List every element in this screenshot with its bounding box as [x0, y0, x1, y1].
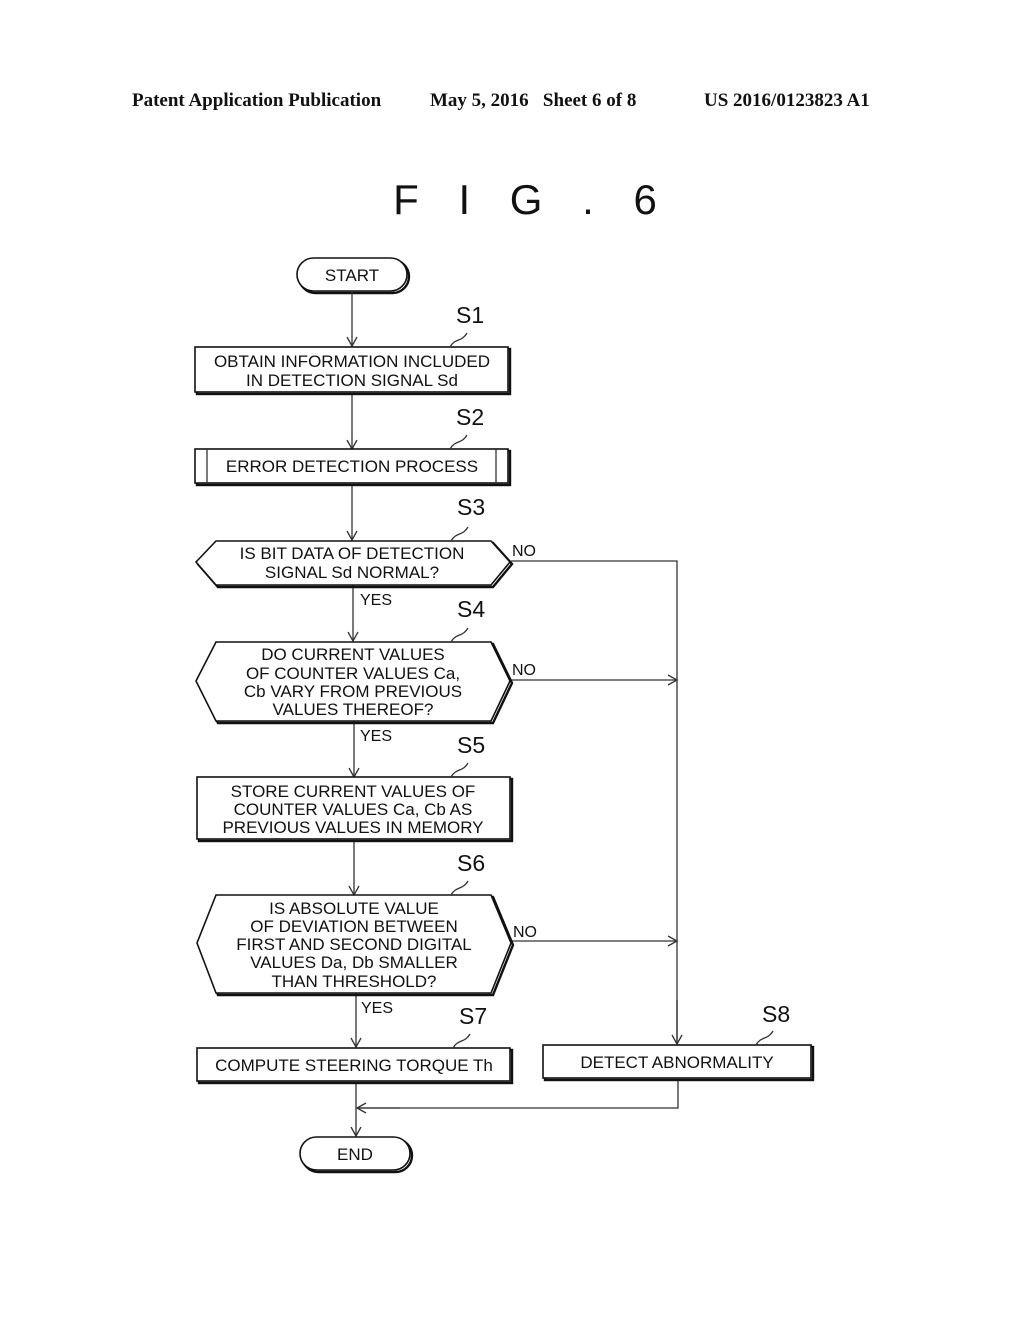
step-s4-leader [450, 627, 469, 643]
step-s1-line-2: IN DETECTION SIGNAL Sd [246, 371, 458, 390]
step-s3-line-2: SIGNAL Sd NORMAL? [265, 563, 439, 582]
step-s3-id: S3 [457, 494, 485, 520]
start-label: START [325, 266, 379, 285]
end-terminal: END [299, 1136, 414, 1174]
step-s8-id: S8 [762, 1001, 790, 1027]
step-s8-line-1: DETECT ABNORMALITY [580, 1053, 773, 1072]
step-s3-yes-label: YES [360, 592, 392, 609]
step-s6-line-1: IS ABSOLUTE VALUE [269, 899, 439, 918]
step-s4-line-3: Cb VARY FROM PREVIOUS [244, 682, 462, 701]
step-s6-no-label: NO [513, 924, 537, 941]
step-s6: IS ABSOLUTE VALUE OF DEVIATION BETWEEN F… [196, 850, 537, 1017]
step-s4-no-label: NO [512, 662, 536, 679]
step-s3-leader [450, 526, 469, 542]
step-s7: COMPUTE STEERING TORQUE Th S7 [196, 1003, 514, 1085]
step-s5-leader [450, 762, 469, 778]
step-s6-id: S6 [457, 850, 485, 876]
step-s6-line-4: VALUES Da, Db SMALLER [250, 953, 458, 972]
step-s4-line-4: VALUES THEREOF? [273, 700, 434, 719]
step-s7-id: S7 [459, 1003, 487, 1029]
step-s5-id: S5 [457, 732, 485, 758]
step-s4: DO CURRENT VALUES OF COUNTER VALUES Ca, … [195, 596, 536, 745]
start-terminal: START [296, 257, 411, 295]
step-s6-line-3: FIRST AND SECOND DIGITAL [236, 935, 472, 954]
step-s1-line-1: OBTAIN INFORMATION INCLUDED [214, 352, 490, 371]
step-s2-leader [449, 434, 468, 450]
step-s8-leader [755, 1030, 774, 1046]
step-s1-leader [449, 332, 468, 348]
step-s6-line-5: THAN THRESHOLD? [272, 972, 437, 991]
step-s3-no-label: NO [512, 543, 536, 560]
step-s6-line-2: OF DEVIATION BETWEEN [250, 917, 457, 936]
step-s7-leader [452, 1033, 471, 1049]
step-s5-line-3: PREVIOUS VALUES IN MEMORY [222, 818, 483, 837]
step-s5-line-1: STORE CURRENT VALUES OF [231, 782, 476, 801]
step-s3: IS BIT DATA OF DETECTION SIGNAL Sd NORMA… [194, 494, 536, 609]
step-s4-yes-label: YES [360, 728, 392, 745]
flowchart: START OBTAIN INFORMATION INCLUDED IN DET… [194, 257, 815, 1174]
step-s2-line-1: ERROR DETECTION PROCESS [226, 457, 478, 476]
step-s4-line-1: DO CURRENT VALUES [261, 645, 445, 664]
connector-s3-no [511, 560, 678, 1044]
step-s5-line-2: COUNTER VALUES Ca, Cb AS [234, 800, 473, 819]
step-s8: DETECT ABNORMALITY S8 [542, 1001, 815, 1082]
step-s2-id: S2 [456, 404, 484, 430]
step-s3-line-1: IS BIT DATA OF DETECTION [240, 544, 465, 563]
step-s7-line-1: COMPUTE STEERING TORQUE Th [215, 1056, 493, 1075]
end-label: END [337, 1145, 373, 1164]
step-s4-id: S4 [457, 596, 485, 622]
step-s1-id: S1 [456, 302, 484, 328]
step-s6-yes-label: YES [361, 1000, 393, 1017]
step-s4-line-2: OF COUNTER VALUES Ca, [246, 664, 460, 683]
step-s6-leader [450, 880, 469, 896]
